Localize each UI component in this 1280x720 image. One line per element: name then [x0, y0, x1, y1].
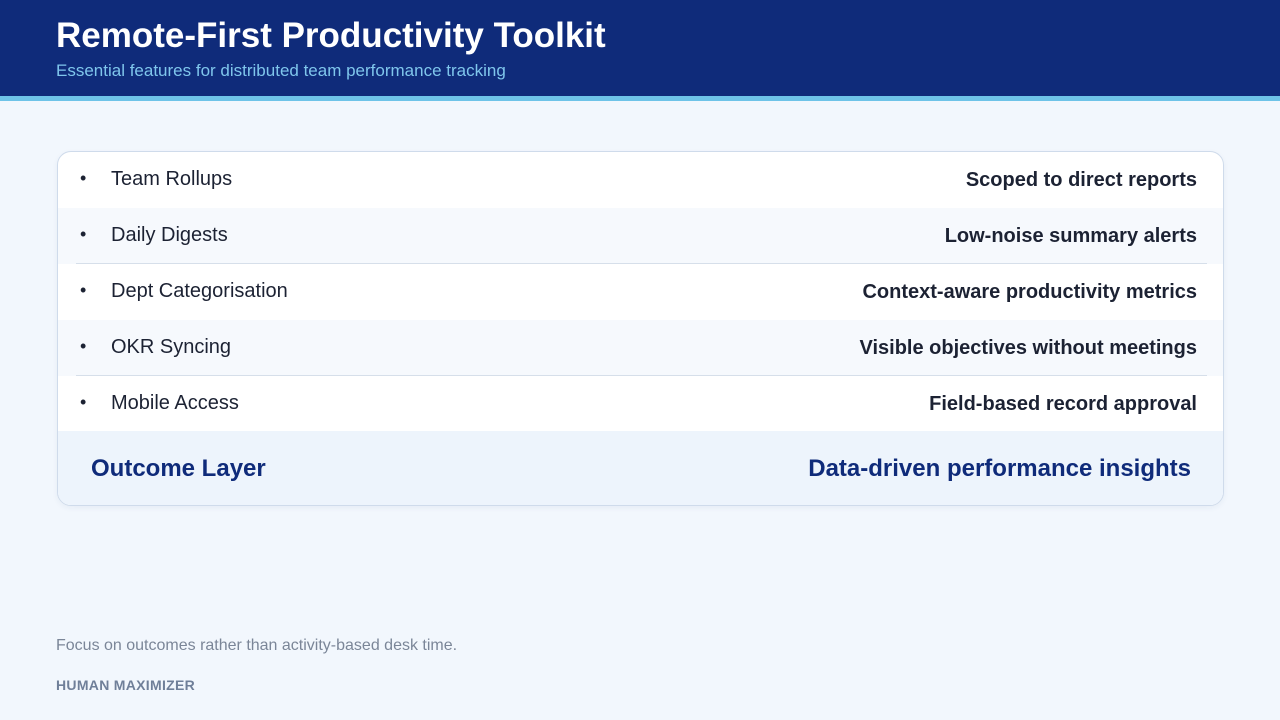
feature-row-daily-digests: • Daily Digests Low-noise summary alerts: [58, 208, 1223, 264]
feature-row-okr-syncing: • OKR Syncing Visible objectives without…: [58, 320, 1223, 376]
bullet-icon: •: [80, 280, 87, 300]
outcome-label: Outcome Layer: [91, 455, 266, 482]
header-banner: Remote-First Productivity Toolkit Essent…: [0, 0, 1280, 96]
page-subtitle: Essential features for distributed team …: [56, 61, 506, 80]
brand-label: HUMAN MAXIMIZER: [56, 677, 196, 693]
outcome-value: Data-driven performance insights: [808, 455, 1191, 482]
feature-name: Dept Categorisation: [111, 280, 288, 302]
bullet-icon: •: [80, 224, 87, 244]
feature-row-team-rollups: • Team Rollups Scoped to direct reports: [58, 152, 1223, 208]
header-accent-bar: [0, 96, 1280, 101]
bullet-icon: •: [80, 168, 87, 188]
footnote: Focus on outcomes rather than activity-b…: [56, 637, 458, 654]
feature-row-dept-categorisation: • Dept Categorisation Context-aware prod…: [58, 264, 1223, 320]
feature-benefit: Field-based record approval: [929, 393, 1197, 415]
feature-row-mobile-access: • Mobile Access Field-based record appro…: [58, 376, 1223, 432]
page-title: Remote-First Productivity Toolkit: [56, 16, 606, 55]
feature-benefit: Scoped to direct reports: [965, 169, 1197, 191]
feature-name: Daily Digests: [111, 224, 228, 246]
feature-name: Team Rollups: [111, 168, 233, 190]
feature-benefit: Visible objectives without meetings: [859, 337, 1198, 359]
bullet-icon: •: [80, 336, 87, 356]
feature-benefit: Context-aware productivity metrics: [862, 281, 1197, 303]
feature-name: OKR Syncing: [111, 336, 232, 358]
bullet-icon: •: [80, 392, 87, 412]
feature-benefit: Low-noise summary alerts: [944, 225, 1197, 247]
feature-name: Mobile Access: [111, 392, 239, 414]
outcome-row: Outcome Layer Data-driven performance in…: [58, 431, 1223, 505]
feature-card: • Team Rollups Scoped to direct reports …: [57, 151, 1224, 506]
